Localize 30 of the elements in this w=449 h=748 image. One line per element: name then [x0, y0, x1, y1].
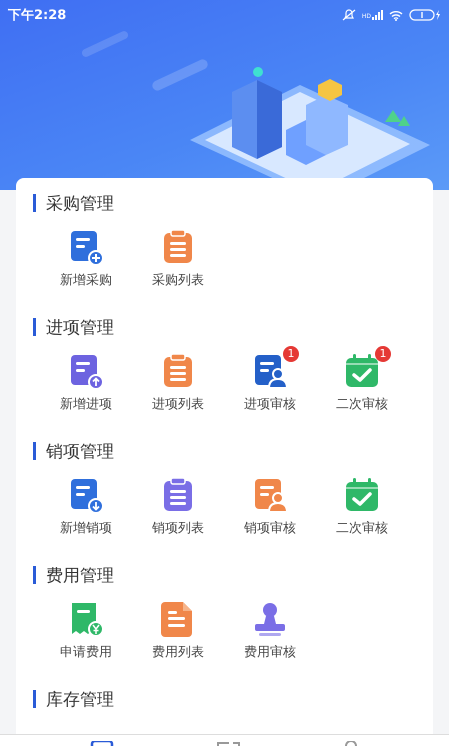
- menu-item-label[interactable]: 进项列表: [152, 396, 204, 414]
- menu-item-label[interactable]: 申请费用: [60, 644, 112, 662]
- battery-icon: [409, 9, 441, 21]
- section-title: 销项管理: [46, 440, 114, 462]
- section-marker: [33, 442, 36, 460]
- alarm-off-icon: [342, 9, 356, 21]
- menu-item-label[interactable]: 二次审核: [336, 520, 388, 538]
- menu-item-label[interactable]: 费用审核: [244, 644, 296, 662]
- menu-item-label[interactable]: 二次审核: [336, 396, 388, 414]
- menu-item-label[interactable]: 新增销项: [60, 520, 112, 538]
- section-title: 进项管理: [46, 316, 114, 338]
- section-title: 库存管理: [46, 688, 114, 710]
- wifi-icon: [389, 10, 403, 20]
- menu-item-label[interactable]: 费用列表: [152, 644, 204, 662]
- menu-item-label[interactable]: 采购列表: [152, 272, 204, 290]
- notification-badge: 1: [375, 346, 391, 362]
- section-title: 费用管理: [46, 564, 114, 586]
- section-marker: [33, 194, 36, 212]
- section-title: 采购管理: [46, 192, 114, 214]
- section-marker: [33, 318, 36, 336]
- section-marker: [33, 566, 36, 584]
- menu-item-label[interactable]: 进项审核: [244, 396, 296, 414]
- section-marker: [33, 690, 36, 708]
- signal-icon: [372, 10, 383, 20]
- notification-badge: 1: [283, 346, 299, 362]
- status-time: 下午2:28: [8, 7, 66, 24]
- menu-item-label[interactable]: 销项审核: [244, 520, 296, 538]
- menu-item-label[interactable]: 新增采购: [60, 272, 112, 290]
- menu-item-label[interactable]: 新增进项: [60, 396, 112, 414]
- menu-item-label[interactable]: 销项列表: [152, 520, 204, 538]
